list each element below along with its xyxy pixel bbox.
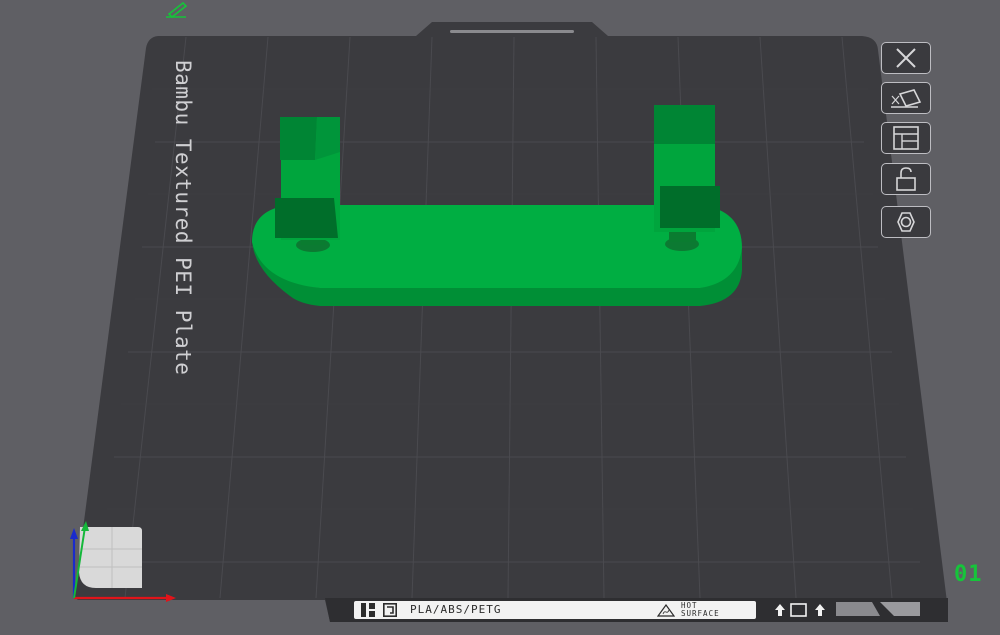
auto-orient-icon — [891, 89, 922, 108]
lock-plate-button[interactable] — [881, 163, 931, 195]
edit-plate-name-icon[interactable] — [166, 1, 188, 19]
warning-icon — [657, 604, 675, 617]
plate-type-icon — [383, 603, 397, 617]
plate-type-label: Bambu Textured PEI Plate — [171, 60, 195, 376]
3d-viewport[interactable] — [0, 0, 1000, 635]
plate-number[interactable]: 01 — [954, 562, 983, 587]
auto-orient-button[interactable] — [881, 82, 931, 114]
close-icon — [896, 48, 916, 68]
plate-logo-icon — [361, 603, 375, 617]
plate-material-label: PLA/ABS/PETG HOT SURFACE — [354, 601, 756, 619]
settings-icon — [897, 212, 915, 232]
plate-handle — [450, 30, 574, 33]
lock-icon — [896, 167, 916, 191]
close-plate-button[interactable] — [881, 42, 931, 74]
hot-surface-warning-line2: SURFACE — [681, 609, 720, 618]
arrange-icon — [893, 126, 919, 150]
arrange-button[interactable] — [881, 122, 931, 154]
material-compatibility-text: PLA/ABS/PETG — [410, 603, 502, 616]
plate-settings-button[interactable] — [881, 206, 931, 238]
